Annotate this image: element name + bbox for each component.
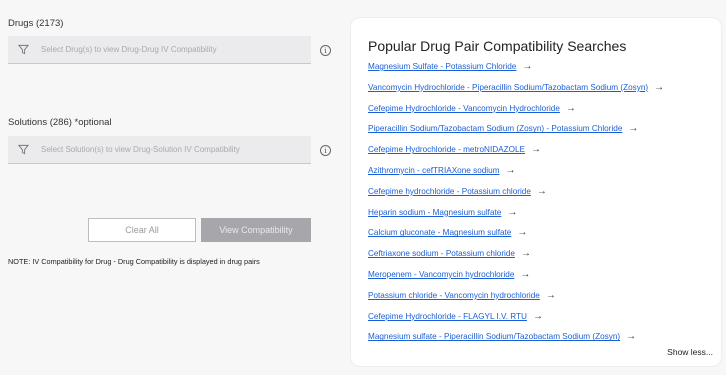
arrow-right-icon[interactable]: → xyxy=(566,103,576,114)
popular-search-link[interactable]: Vancomycin Hydrochloride - Piperacillin … xyxy=(368,83,648,92)
arrow-right-icon[interactable]: → xyxy=(537,186,547,197)
popular-search-link[interactable]: Cefepime Hydrochloride - FLAGYL I.V. RTU xyxy=(368,312,527,321)
solution-select-input[interactable]: Select Solution(s) to view Drug-Solution… xyxy=(8,136,311,164)
list-item: Cefepime hydrochloride - Potassium chlor… xyxy=(368,185,664,206)
list-item: Cefepime Hydrochloride - metroNIDAZOLE → xyxy=(368,143,664,164)
drug-select-placeholder: Select Drug(s) to view Drug-Drug IV Comp… xyxy=(41,45,217,54)
arrow-right-icon[interactable]: → xyxy=(507,207,517,218)
popular-search-link[interactable]: Meropenem - Vancomycin hydrochloride xyxy=(368,270,514,279)
filter-icon xyxy=(18,144,29,155)
popular-search-link[interactable]: Heparin sodium - Magnesium sulfate xyxy=(368,208,501,217)
popular-search-link[interactable]: Piperacillin Sodium/Tazobactam Sodium (Z… xyxy=(368,124,622,133)
popular-search-link[interactable]: Cefepime hydrochloride - Potassium chlor… xyxy=(368,187,531,196)
popular-search-link[interactable]: Calcium gluconate - Magnesium sulfate xyxy=(368,228,511,237)
popular-searches-title: Popular Drug Pair Compatibility Searches xyxy=(368,38,627,54)
arrow-right-icon[interactable]: → xyxy=(546,290,556,301)
popular-search-link[interactable]: Cefepime Hydrochloride - Vancomycin Hydr… xyxy=(368,104,560,113)
arrow-right-icon[interactable]: → xyxy=(506,165,516,176)
arrow-right-icon[interactable]: → xyxy=(533,311,543,322)
list-item: Magnesium sulfate - Piperacillin Sodium/… xyxy=(368,330,664,351)
arrow-right-icon[interactable]: → xyxy=(654,82,664,93)
list-item: Ceftriaxone sodium - Potassium chloride → xyxy=(368,247,664,268)
filter-icon xyxy=(18,44,29,55)
solution-select-placeholder: Select Solution(s) to view Drug-Solution… xyxy=(41,145,240,154)
list-item: Vancomycin Hydrochloride - Piperacillin … xyxy=(368,81,664,102)
list-item: Azithromycin - cefTRIAXone sodium → xyxy=(368,164,664,185)
list-item: Magnesium Sulfate - Potassium Chloride → xyxy=(368,60,664,81)
popular-search-link[interactable]: Magnesium Sulfate - Potassium Chloride xyxy=(368,62,516,71)
arrow-right-icon[interactable]: → xyxy=(520,269,530,280)
list-item: Calcium gluconate - Magnesium sulfate → xyxy=(368,226,664,247)
popular-search-link[interactable]: Ceftriaxone sodium - Potassium chloride xyxy=(368,249,515,258)
clear-all-button[interactable]: Clear All xyxy=(88,218,196,242)
popular-searches-list: Magnesium Sulfate - Potassium Chloride → … xyxy=(368,60,664,351)
popular-search-link[interactable]: Cefepime Hydrochloride - metroNIDAZOLE xyxy=(368,145,525,154)
solution-info-icon[interactable]: i xyxy=(320,145,331,156)
arrow-right-icon[interactable]: → xyxy=(626,331,636,342)
drug-select-input[interactable]: Select Drug(s) to view Drug-Drug IV Comp… xyxy=(8,36,311,64)
popular-search-link[interactable]: Azithromycin - cefTRIAXone sodium xyxy=(368,166,500,175)
list-item: Heparin sodium - Magnesium sulfate → xyxy=(368,206,664,227)
list-item: Potassium chloride - Vancomycin hydrochl… xyxy=(368,289,664,310)
show-less-link[interactable]: Show less... xyxy=(667,347,713,357)
list-item: Cefepime Hydrochloride - FLAGYL I.V. RTU… xyxy=(368,310,664,331)
view-compatibility-button[interactable]: View Compatibility xyxy=(201,218,311,242)
arrow-right-icon[interactable]: → xyxy=(517,227,527,238)
search-form: Drugs (2173) Select Drug(s) to view Drug… xyxy=(0,0,345,375)
popular-search-link[interactable]: Magnesium sulfate - Piperacillin Sodium/… xyxy=(368,332,620,341)
list-item: Cefepime Hydrochloride - Vancomycin Hydr… xyxy=(368,102,664,123)
arrow-right-icon[interactable]: → xyxy=(522,61,532,72)
list-item: Piperacillin Sodium/Tazobactam Sodium (Z… xyxy=(368,122,664,143)
drugs-label: Drugs (2173) xyxy=(8,18,64,29)
popular-searches-panel: Popular Drug Pair Compatibility Searches… xyxy=(350,17,722,367)
drug-info-icon[interactable]: i xyxy=(320,45,331,56)
arrow-right-icon[interactable]: → xyxy=(531,144,541,155)
list-item: Meropenem - Vancomycin hydrochloride → xyxy=(368,268,664,289)
arrow-right-icon[interactable]: → xyxy=(521,248,531,259)
arrow-right-icon[interactable]: → xyxy=(628,123,638,134)
popular-search-link[interactable]: Potassium chloride - Vancomycin hydrochl… xyxy=(368,291,540,300)
solutions-label: Solutions (286) *optional xyxy=(8,117,112,128)
compatibility-note: NOTE: IV Compatibility for Drug - Drug C… xyxy=(8,257,260,266)
